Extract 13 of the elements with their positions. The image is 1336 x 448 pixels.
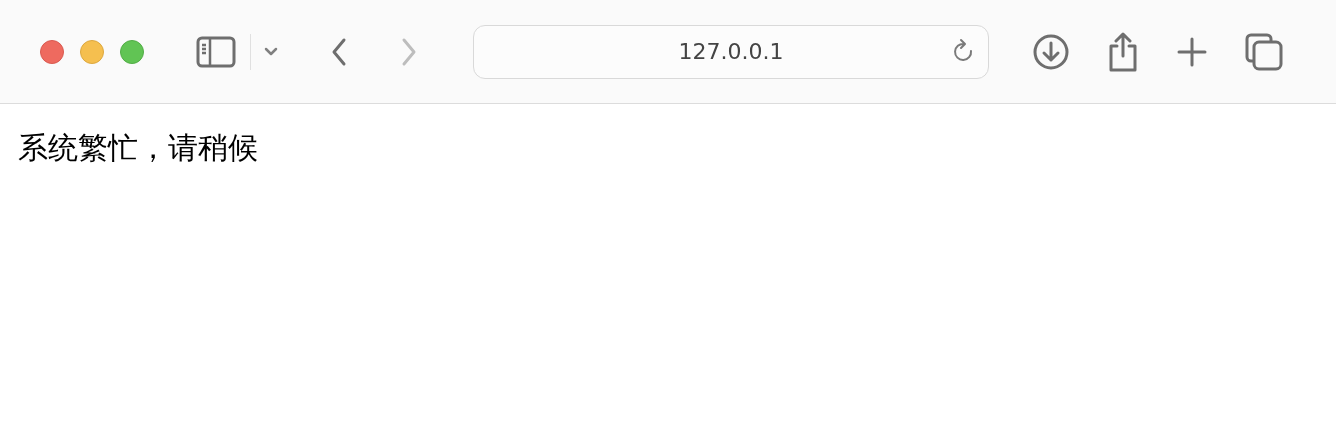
sidebar-icon xyxy=(196,35,236,68)
tabs-icon[interactable] xyxy=(1245,32,1283,71)
dropdown-button[interactable] xyxy=(263,45,279,58)
zoom-button[interactable] xyxy=(120,39,144,64)
plus-icon[interactable] xyxy=(1177,36,1207,67)
sidebar-button[interactable] xyxy=(196,35,236,68)
status-message: 系统繁忙，请稍候 xyxy=(18,130,258,165)
download-icon[interactable] xyxy=(1033,33,1069,70)
close-button[interactable] xyxy=(40,39,64,64)
caret-icon xyxy=(263,45,279,58)
address-bar[interactable]: 127.0.0.1 xyxy=(473,24,989,79)
share-icon[interactable] xyxy=(1107,31,1139,72)
url-text: 127.0.0.1 xyxy=(677,39,785,64)
